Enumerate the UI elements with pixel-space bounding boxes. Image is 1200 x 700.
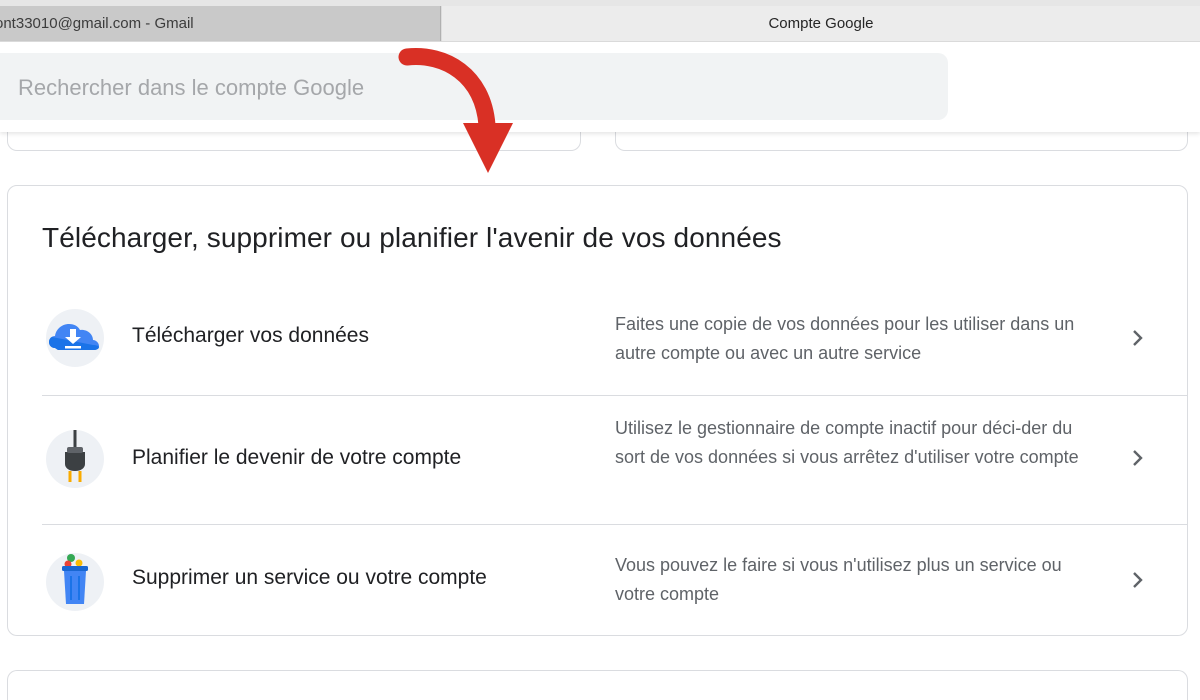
chevron-right-icon <box>1133 450 1143 466</box>
cloud-download-icon <box>46 309 104 367</box>
row-delete-service[interactable]: Supprimer un service ou votre compte Vou… <box>42 525 1188 636</box>
row-description: Utilisez le gestionnaire de compte inact… <box>615 418 1079 467</box>
trash-icon <box>46 553 104 611</box>
chevron-right-icon <box>1133 330 1143 346</box>
account-header <box>0 42 1200 132</box>
data-management-card: Télécharger, supprimer ou planifier l'av… <box>7 185 1188 636</box>
red-arrow-icon <box>398 48 513 173</box>
row-plan-account[interactable]: Planifier le devenir de votre compte Uti… <box>42 396 1188 525</box>
row-label: Télécharger vos données <box>132 324 369 347</box>
row-description: Faites une copie de vos données pour les… <box>615 314 1075 363</box>
browser-tab-bar: ont33010@gmail.com - Gmail Compte Google <box>0 0 1200 43</box>
row-label: Supprimer un service ou votre compte <box>132 566 487 589</box>
row-label: Planifier le devenir de votre compte <box>132 446 462 469</box>
row-download-data[interactable]: Télécharger vos données Faites une copie… <box>42 286 1188 396</box>
chevron-right-icon <box>1133 572 1143 588</box>
tab-gmail[interactable]: ont33010@gmail.com - Gmail <box>0 6 441 41</box>
row-description: Vous pouvez le faire si vous n'utilisez … <box>615 555 1062 604</box>
tab-compte-google[interactable]: Compte Google <box>442 6 1200 41</box>
plug-icon <box>46 430 104 488</box>
card-title: Télécharger, supprimer ou planifier l'av… <box>42 222 782 253</box>
